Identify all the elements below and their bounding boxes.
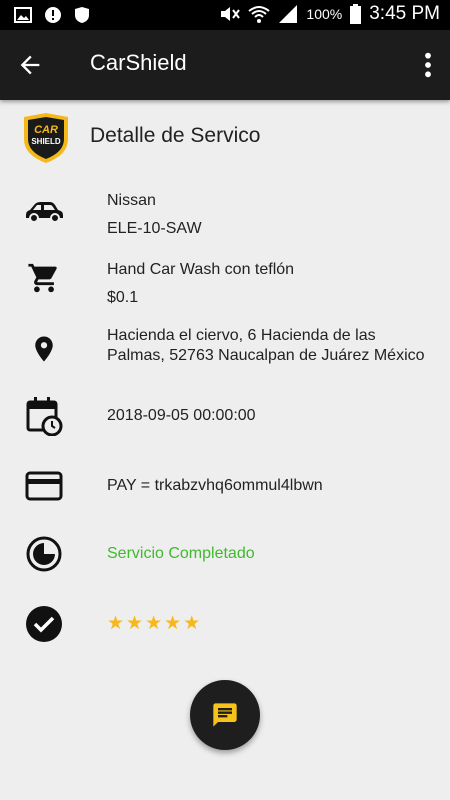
- service-status: Servicio Completado: [107, 545, 255, 562]
- payment-reference: PAY = trkabzvhq6ommul4lbwn: [107, 477, 323, 494]
- address-line-2: Palmas, 52763 Naucalpan de Juárez México: [107, 347, 425, 364]
- vehicle-make: Nissan: [107, 192, 156, 209]
- overflow-menu-icon[interactable]: [420, 51, 436, 79]
- page-title: Detalle de Servico: [90, 124, 261, 147]
- detail-header: CAR SHIELD Detalle de Servico: [0, 113, 450, 163]
- chat-icon: [213, 703, 237, 727]
- wifi-icon: [248, 6, 271, 23]
- svg-text:SHIELD: SHIELD: [31, 137, 61, 146]
- calendar-clock-icon: [22, 394, 66, 438]
- star-icon: ★: [107, 613, 125, 634]
- battery-icon: [350, 4, 362, 24]
- shield-icon: [75, 7, 89, 23]
- rating-stars: ★ ★ ★ ★ ★: [107, 614, 200, 634]
- message-alert-icon: [45, 7, 61, 23]
- service-price: $0.1: [107, 289, 139, 306]
- arrow-back-icon[interactable]: [16, 51, 44, 79]
- car-icon: [22, 190, 66, 234]
- carshield-logo: CAR SHIELD: [24, 113, 68, 163]
- star-icon: ★: [164, 613, 182, 634]
- status-bar: 100% 3:45 PM: [0, 0, 450, 30]
- app-title: CarShield: [90, 50, 187, 75]
- image-icon: [14, 7, 32, 23]
- service-datetime: 2018-09-05 00:00:00: [107, 407, 256, 424]
- check-circle-icon: [22, 602, 66, 646]
- mute-icon: [221, 7, 241, 21]
- status-time: 3:45 PM: [369, 3, 440, 24]
- app-bar: CarShield: [0, 30, 450, 100]
- signal-icon: [279, 5, 298, 23]
- svg-text:CAR: CAR: [34, 124, 58, 136]
- star-icon: ★: [126, 613, 144, 634]
- chat-button[interactable]: [190, 680, 260, 750]
- battery-percent: 100%: [306, 6, 343, 22]
- service-name: Hand Car Wash con teflón: [107, 261, 295, 278]
- status-progress-icon: [22, 532, 66, 576]
- shopping-cart-icon: [22, 256, 66, 300]
- star-icon: ★: [183, 613, 201, 634]
- address-line-1: Hacienda el ciervo, 6 Hacienda de las: [107, 327, 376, 344]
- star-icon: ★: [145, 613, 163, 634]
- vehicle-plate: ELE-10-SAW: [107, 220, 202, 237]
- credit-card-icon: [22, 464, 66, 508]
- location-pin-icon: [22, 327, 66, 371]
